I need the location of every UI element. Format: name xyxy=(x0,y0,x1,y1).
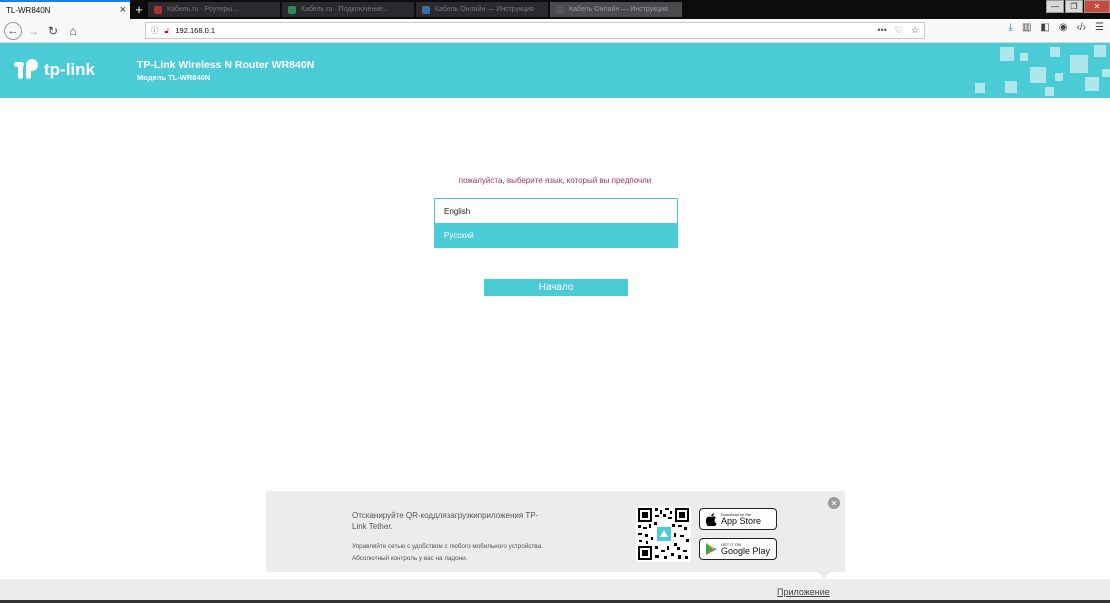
close-window-icon[interactable]: ✕ xyxy=(1084,0,1110,13)
tab-background[interactable]: Кабель Онлайн — Инструкция xyxy=(550,2,682,17)
download-icon[interactable]: ⤓ xyxy=(1009,22,1013,33)
close-panel-icon[interactable]: ✕ xyxy=(828,497,840,509)
app-promo-title: Отсканируйте QR-коддлязагрузкиприложения… xyxy=(352,511,539,531)
router-title: TP-Link Wireless N Router WR840N xyxy=(137,59,315,71)
sidebar-icon[interactable]: ◧ xyxy=(1040,22,1049,33)
language-option-russian[interactable]: Русский xyxy=(435,223,677,247)
favicon-icon xyxy=(422,5,430,14)
app-promo-desc-line: Управляйте сетью с удобством с любого мо… xyxy=(352,543,543,550)
footer-bar xyxy=(0,579,1110,601)
qr-code-icon xyxy=(636,506,691,562)
panel-pointer xyxy=(818,572,830,579)
tab-background[interactable]: Кабель.ru · Подключение... xyxy=(282,2,414,17)
app-store-label: App Store xyxy=(721,515,762,526)
google-play-label: Google Play xyxy=(721,545,771,556)
tab-title: Кабель Онлайн — Инструкция xyxy=(569,6,668,13)
devtools-icon[interactable]: ‹/› xyxy=(1077,22,1086,33)
window-controls: — ❐ ✕ xyxy=(1045,0,1110,19)
router-model: Модель TL-WR840N xyxy=(137,73,211,82)
google-play-icon xyxy=(705,542,717,556)
pocket-icon[interactable]: ♡ xyxy=(895,25,903,36)
google-play-button[interactable]: GET IT ON Google Play xyxy=(699,538,777,560)
language-option-english[interactable]: English xyxy=(435,199,677,223)
url-text[interactable]: 192.168.0.1 xyxy=(175,26,215,35)
browser-navbar: ← → ↻ ⌂ ⓘ 🔓︎ 192.168.0.1 ••• ♡ ☆ ⤓ ▥ ◧ ◉… xyxy=(0,19,1110,43)
language-prompt: пожалуйста, выберите язык, который вы пр… xyxy=(458,176,652,185)
toolbar-right: ⤓ ▥ ◧ ◉ ‹/› ☰ xyxy=(1009,22,1104,33)
tab-title: Кабель.ru · Роутеры... xyxy=(167,6,239,13)
maximize-icon[interactable]: ❐ xyxy=(1065,0,1083,13)
start-button[interactable]: Начало xyxy=(484,279,628,296)
tab-background[interactable]: Кабель Онлайн — Инструкция xyxy=(416,2,548,17)
tab-active[interactable]: TL-WR840N × xyxy=(0,0,130,19)
tp-link-logo: tp-link xyxy=(14,59,95,81)
app-promo-panel: Отсканируйте QR-коддлязагрузкиприложения… xyxy=(266,491,845,572)
account-icon[interactable]: ◉ xyxy=(1059,22,1068,33)
favicon-icon xyxy=(154,5,162,14)
browser-tabbar: TL-WR840N × + Кабель.ru · Роутеры... Каб… xyxy=(0,0,1110,19)
tab-title: Кабель.ru · Подключение... xyxy=(301,6,389,13)
tab-title: Кабель Онлайн — Инструкция xyxy=(435,6,534,13)
favicon-icon xyxy=(288,5,296,14)
favicon-icon xyxy=(556,5,564,14)
new-tab-button[interactable]: + xyxy=(130,0,148,19)
reload-icon[interactable]: ↻ xyxy=(44,22,62,40)
brand-name: tp-link xyxy=(44,60,95,79)
url-bar[interactable]: ⓘ 🔓︎ 192.168.0.1 ••• ♡ ☆ xyxy=(145,22,925,39)
forward-icon[interactable]: → xyxy=(24,22,42,40)
insecure-lock-icon: 🔓︎ xyxy=(164,25,170,35)
menu-icon[interactable]: ☰ xyxy=(1095,22,1104,33)
minimize-icon[interactable]: — xyxy=(1046,0,1064,13)
tp-link-logo-icon xyxy=(14,59,40,81)
tab-title: TL-WR840N xyxy=(6,6,51,15)
apple-icon xyxy=(705,512,717,526)
app-link[interactable]: Приложение xyxy=(777,587,830,597)
router-header: tp-link TP-Link Wireless N Router WR840N… xyxy=(0,43,1110,98)
back-button[interactable]: ← xyxy=(4,21,22,40)
bookmark-star-icon[interactable]: ☆ xyxy=(911,25,919,36)
back-arrow-icon: ← xyxy=(4,21,22,40)
library-icon[interactable]: ▥ xyxy=(1022,22,1031,33)
tab-close-icon[interactable]: × xyxy=(120,4,126,16)
page-actions-icon[interactable]: ••• xyxy=(877,25,886,36)
home-icon[interactable]: ⌂ xyxy=(64,22,82,40)
language-listbox[interactable]: English Русский xyxy=(434,198,678,248)
app-promo-desc-line: Абсолютный контроль у вас на ладони. xyxy=(352,554,468,562)
app-promo-description: Управляйте сетью с удобством с любого мо… xyxy=(352,541,552,564)
tab-background[interactable]: Кабель.ru · Роутеры... xyxy=(148,2,280,17)
info-icon[interactable]: ⓘ xyxy=(151,25,159,36)
app-store-button[interactable]: Download on the App Store xyxy=(699,508,777,530)
